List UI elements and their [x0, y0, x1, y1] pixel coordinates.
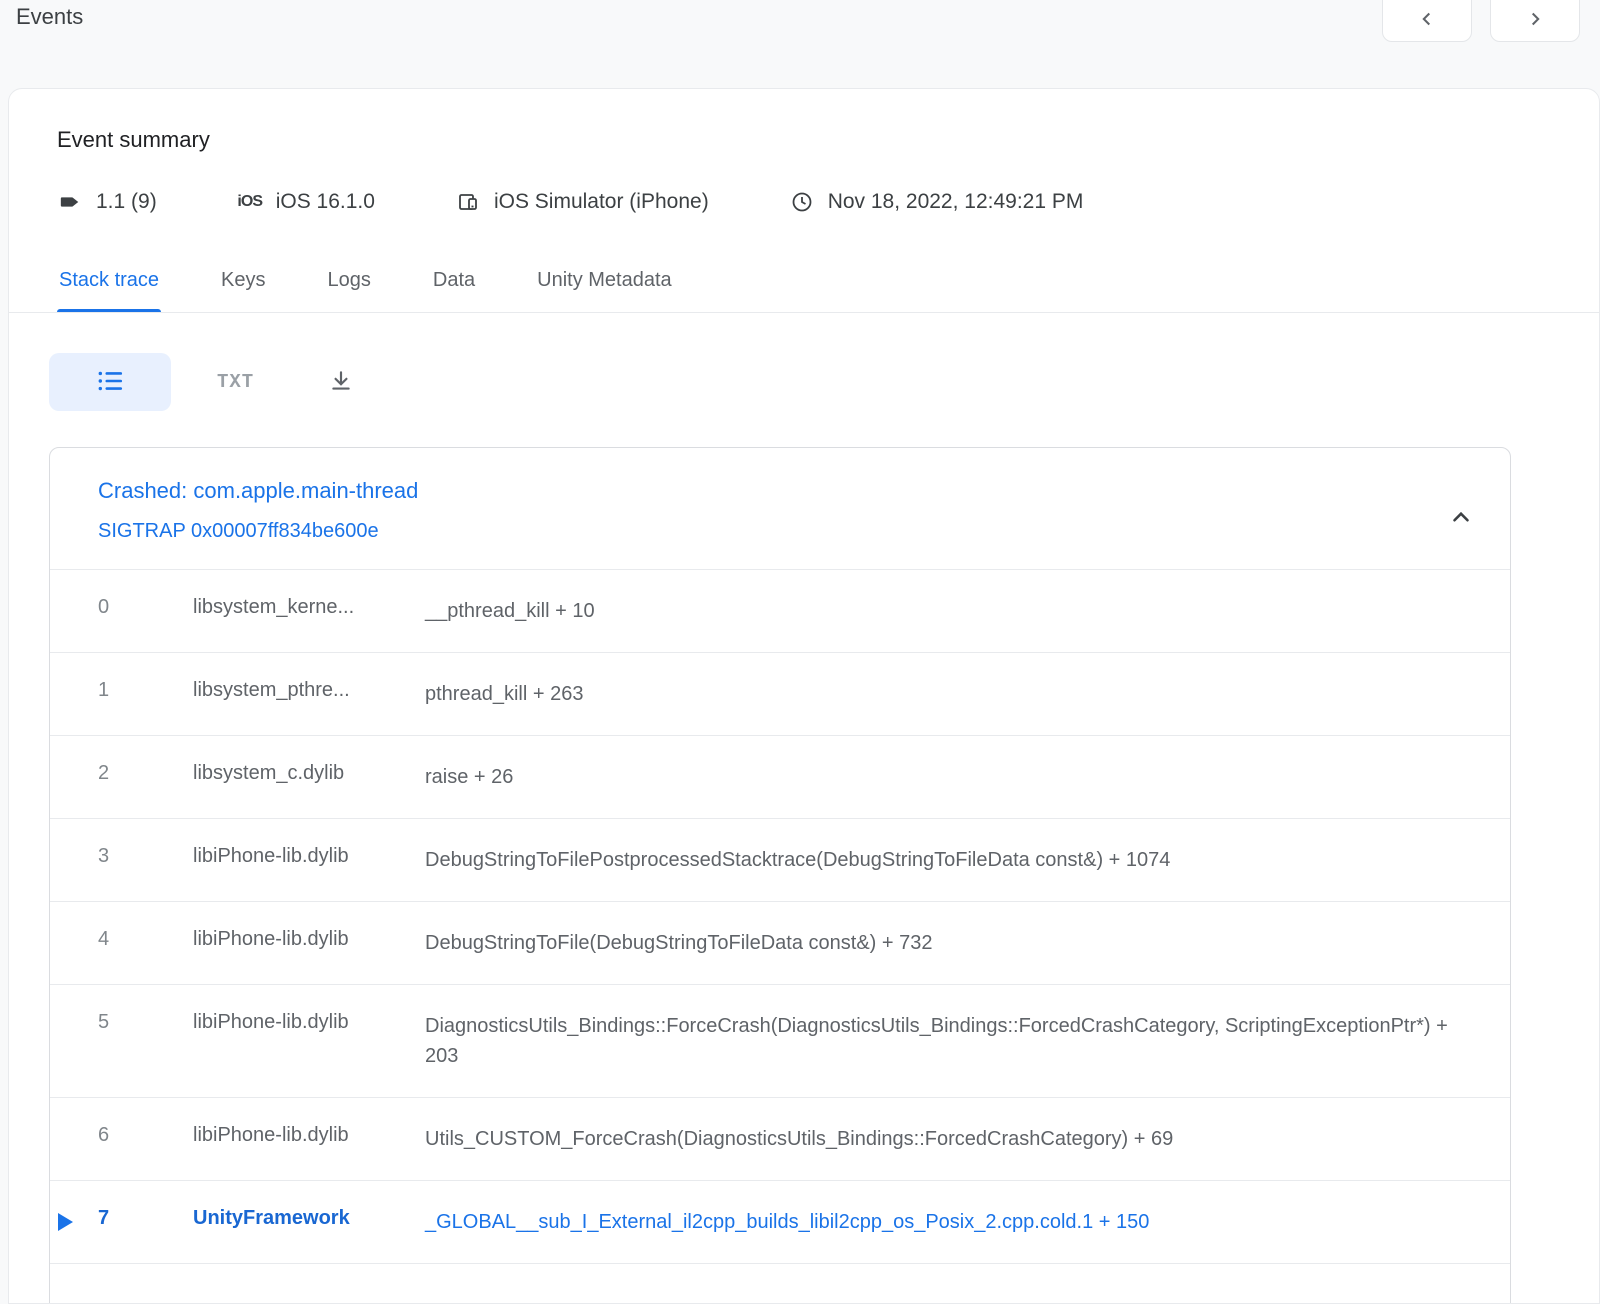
frame-symbol: DebugStringToFile(DebugStringToFileData … [425, 928, 1450, 958]
version-tag-icon [57, 189, 83, 215]
version-label: 1.1 (9) [96, 190, 157, 214]
stack-frame-row[interactable]: 3 libiPhone-lib.dylib DebugStringToFileP… [50, 818, 1510, 901]
frame-index: 7 [98, 1207, 193, 1230]
frame-index: 0 [98, 596, 193, 619]
ios-icon: iOS [237, 189, 263, 215]
frame-library: libsystem_c.dylib [193, 762, 425, 785]
stack-frame-row[interactable]: 4 libiPhone-lib.dylib DebugStringToFile(… [50, 901, 1510, 984]
stack-frame-row[interactable]: 7 UnityFramework _GLOBAL__sub_I_External… [50, 1180, 1510, 1263]
frame-symbol: DiagnosticsUtils_Bindings::ForceCrash(Di… [425, 1011, 1450, 1071]
chevron-up-icon [1448, 518, 1474, 533]
device-label: iOS Simulator (iPhone) [494, 190, 709, 214]
stack-trace-panel: Crashed: com.apple.main-thread SIGTRAP 0… [49, 447, 1511, 1304]
stack-trace-toolbar: TXT [9, 313, 1599, 411]
crash-marker-icon [58, 1213, 73, 1231]
next-frame-partial [50, 1263, 1510, 1304]
frame-symbol: pthread_kill + 263 [425, 679, 1450, 709]
version-meta: 1.1 (9) [57, 189, 157, 215]
stack-frame-list: 0 libsystem_kerne... __pthread_kill + 10… [50, 569, 1510, 1263]
tab-data[interactable]: Data [431, 257, 477, 312]
tab-label: Logs [328, 269, 371, 291]
tab-stack-trace[interactable]: Stack trace [57, 257, 161, 312]
download-button[interactable] [322, 367, 360, 398]
tab-label: Stack trace [59, 269, 159, 291]
page-title: Events [16, 2, 83, 30]
download-icon [328, 368, 354, 397]
top-bar: Events [0, 0, 1600, 88]
clock-icon [789, 189, 815, 215]
crash-signal: SIGTRAP 0x00007ff834be600e [98, 520, 418, 543]
frame-library: libiPhone-lib.dylib [193, 845, 425, 868]
tab-unity-metadata[interactable]: Unity Metadata [535, 257, 674, 312]
next-event-button[interactable] [1490, 0, 1580, 42]
event-summary-title: Event summary [57, 127, 1551, 153]
frame-index: 5 [98, 1011, 193, 1034]
chevron-right-icon [1524, 8, 1546, 33]
chevron-left-icon [1416, 8, 1438, 33]
event-meta-row: 1.1 (9) iOS iOS 16.1.0 iOS Simulator (iP… [57, 189, 1551, 215]
tab-keys[interactable]: Keys [219, 257, 267, 312]
timestamp-label: Nov 18, 2022, 12:49:21 PM [828, 190, 1084, 214]
collapse-thread-button[interactable] [1438, 494, 1484, 543]
crashed-thread-header: Crashed: com.apple.main-thread SIGTRAP 0… [50, 448, 1510, 569]
previous-event-button[interactable] [1382, 0, 1472, 42]
stack-frame-row[interactable]: 2 libsystem_c.dylib raise + 26 [50, 735, 1510, 818]
frame-symbol: raise + 26 [425, 762, 1450, 792]
frame-symbol: DebugStringToFilePostprocessedStacktrace… [425, 845, 1450, 875]
tab-logs[interactable]: Logs [326, 257, 373, 312]
frame-symbol: Utils_CUSTOM_ForceCrash(DiagnosticsUtils… [425, 1124, 1450, 1154]
tab-label: Keys [221, 269, 265, 291]
stack-frame-row[interactable]: 1 libsystem_pthre... pthread_kill + 263 [50, 652, 1510, 735]
timestamp-meta: Nov 18, 2022, 12:49:21 PM [789, 189, 1084, 215]
frame-index: 1 [98, 679, 193, 702]
frame-symbol: __pthread_kill + 10 [425, 596, 1450, 626]
frame-index: 6 [98, 1124, 193, 1147]
os-meta: iOS iOS 16.1.0 [237, 189, 375, 215]
event-card: Event summary 1.1 (9) iOS iOS 16.1.0 [8, 88, 1600, 1304]
os-label: iOS 16.1.0 [276, 190, 375, 214]
frame-library: libsystem_pthre... [193, 679, 425, 702]
stack-frame-row[interactable]: 0 libsystem_kerne... __pthread_kill + 10 [50, 569, 1510, 652]
event-summary-section: Event summary 1.1 (9) iOS iOS 16.1.0 [9, 89, 1599, 215]
frame-library: libsystem_kerne... [193, 596, 425, 619]
list-view-icon [96, 367, 124, 398]
frame-library: UnityFramework [193, 1207, 425, 1230]
crashed-thread-titles: Crashed: com.apple.main-thread SIGTRAP 0… [98, 478, 418, 543]
crashed-thread-title: Crashed: com.apple.main-thread [98, 478, 418, 504]
frame-library: libiPhone-lib.dylib [193, 1011, 425, 1034]
stack-frame-row[interactable]: 6 libiPhone-lib.dylib Utils_CUSTOM_Force… [50, 1097, 1510, 1180]
frame-library: libiPhone-lib.dylib [193, 1124, 425, 1147]
frame-index: 3 [98, 845, 193, 868]
list-view-button[interactable] [49, 353, 171, 411]
frame-library: libiPhone-lib.dylib [193, 928, 425, 951]
device-meta: iOS Simulator (iPhone) [455, 189, 709, 215]
tab-bar: Stack trace Keys Logs Data Unity Metadat… [9, 257, 1599, 313]
frame-symbol: _GLOBAL__sub_I_External_il2cpp_builds_li… [425, 1207, 1450, 1237]
tab-label: Unity Metadata [537, 269, 672, 291]
device-icon [455, 189, 481, 215]
frame-index: 2 [98, 762, 193, 785]
tab-label: Data [433, 269, 475, 291]
event-pagination [1382, 2, 1580, 42]
frame-index: 4 [98, 928, 193, 951]
stack-frame-row[interactable]: 5 libiPhone-lib.dylib DiagnosticsUtils_B… [50, 984, 1510, 1097]
txt-view-button[interactable]: TXT [211, 370, 260, 394]
